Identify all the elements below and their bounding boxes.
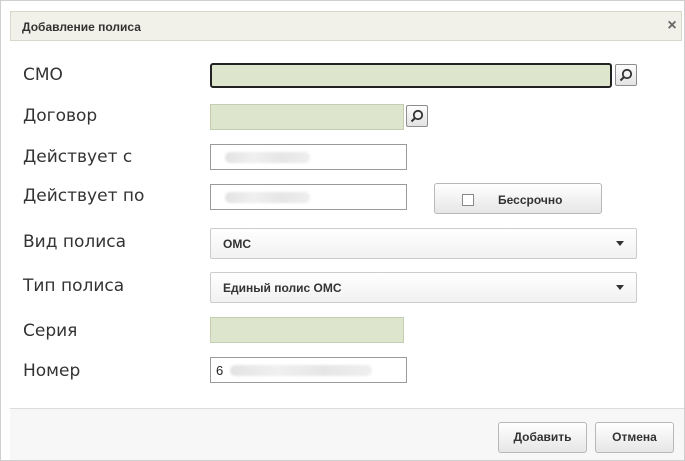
seriya-field[interactable] xyxy=(210,317,404,343)
vid-polisa-label: Вид полиса xyxy=(23,232,127,252)
dogovor-field[interactable] xyxy=(210,104,404,130)
close-icon[interactable]: × xyxy=(663,17,681,35)
nomer-value: 6 xyxy=(216,363,224,378)
chevron-down-icon xyxy=(616,241,624,246)
cancel-button[interactable]: Отмена xyxy=(595,422,674,453)
tip-polisa-select[interactable]: Единый полис ОМС xyxy=(210,272,637,303)
add-button[interactable]: Добавить xyxy=(498,422,587,453)
vid-polisa-value: ОМС xyxy=(223,237,251,251)
dogovor-label: Договор xyxy=(23,106,98,126)
tip-polisa-value: Единый полис ОМС xyxy=(223,281,342,295)
nomer-field[interactable]: 6 xyxy=(210,357,407,383)
checkbox-unchecked-icon[interactable] xyxy=(462,194,474,206)
dialog-title: Добавление полиса xyxy=(22,20,141,34)
dogovor-search-icon[interactable] xyxy=(406,105,428,127)
deystvuet-s-field[interactable] xyxy=(210,144,407,170)
seriya-label: Серия xyxy=(23,321,78,341)
dialog-footer: Добавить Отмена xyxy=(10,409,684,460)
redacted-number xyxy=(230,365,372,376)
deystvuet-s-label: Действует с xyxy=(23,147,133,167)
chevron-down-icon xyxy=(616,285,624,290)
bessrochno-toggle-button[interactable]: Бессрочно xyxy=(434,183,602,214)
smo-field[interactable] xyxy=(210,63,612,88)
nomer-label: Номер xyxy=(23,361,81,381)
deystvuet-po-label: Действует по xyxy=(23,186,145,206)
redacted-date xyxy=(225,192,310,203)
bessrochno-label: Бессрочно xyxy=(498,193,563,207)
smo-label: СМО xyxy=(23,65,63,85)
add-policy-dialog: Добавление полиса × СМО Договор Действуе… xyxy=(0,0,685,461)
smo-search-icon[interactable] xyxy=(615,64,637,86)
deystvuet-po-field[interactable] xyxy=(210,184,407,210)
redacted-date xyxy=(225,152,310,163)
tip-polisa-label: Тип полиса xyxy=(23,276,125,296)
dialog-titlebar: Добавление полиса × xyxy=(10,11,682,41)
vid-polisa-select[interactable]: ОМС xyxy=(210,228,637,259)
